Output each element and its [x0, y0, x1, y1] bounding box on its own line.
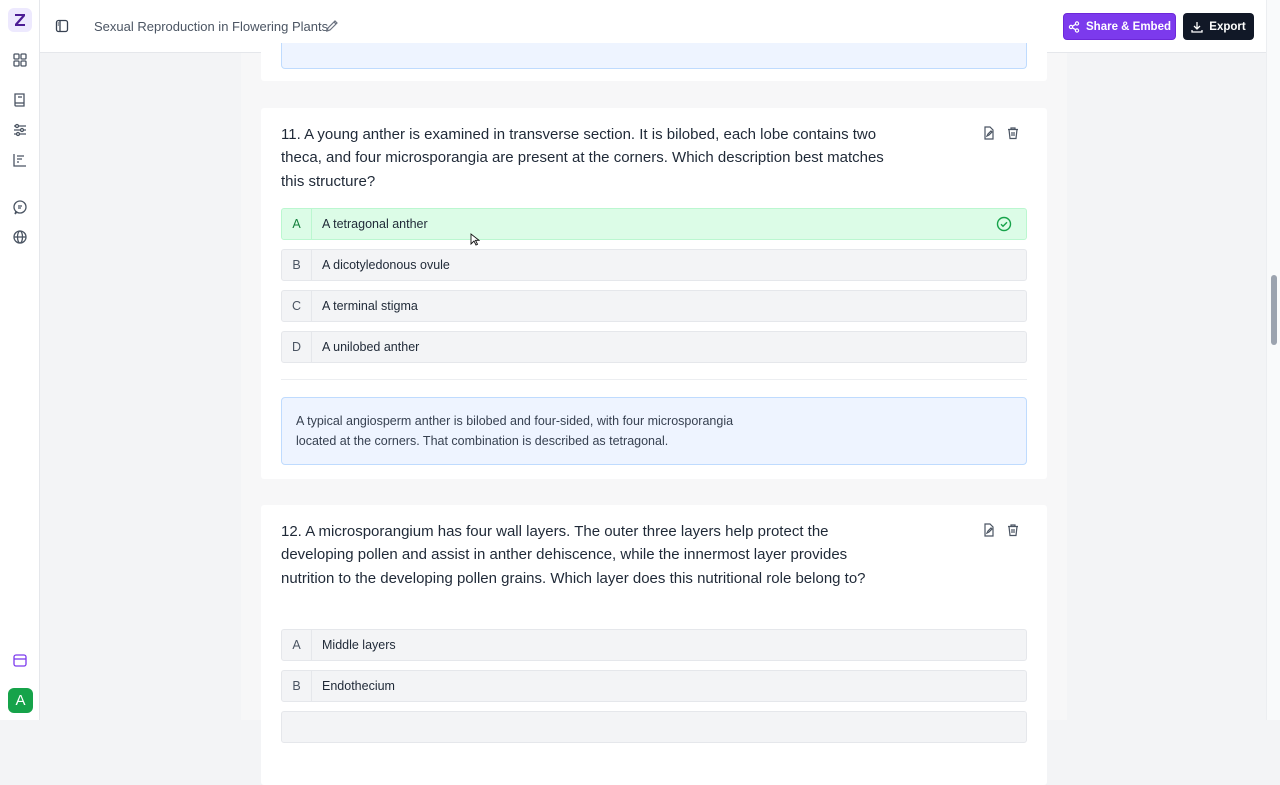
chat-icon[interactable] — [12, 199, 28, 215]
globe-icon[interactable] — [12, 229, 28, 245]
divider — [281, 379, 1027, 380]
option-c[interactable]: C A terminal stigma — [281, 290, 1027, 322]
scrollbar[interactable] — [1266, 0, 1280, 720]
option-b[interactable]: B A dicotyledonous ovule — [281, 249, 1027, 281]
book-icon[interactable] — [12, 92, 28, 108]
sliders-icon[interactable] — [12, 122, 28, 138]
trash-icon[interactable] — [1006, 126, 1020, 140]
download-icon — [1191, 21, 1203, 33]
question-actions — [982, 523, 1020, 537]
option-letter: C — [282, 291, 312, 321]
trash-icon[interactable] — [1006, 523, 1020, 537]
option-letter: A — [282, 630, 312, 660]
option-text: A terminal stigma — [322, 299, 418, 313]
explanation-text: A typical angiosperm anther is bilobed a… — [296, 414, 734, 448]
option-text: A dicotyledonous ovule — [322, 258, 450, 272]
option-c-partial[interactable] — [281, 711, 1027, 743]
option-b[interactable]: B Endothecium — [281, 670, 1027, 702]
edit-icon[interactable] — [982, 126, 996, 140]
share-icon — [1068, 20, 1080, 33]
option-letter: B — [282, 671, 312, 701]
dashboard-icon[interactable] — [12, 52, 28, 68]
option-letter: B — [282, 250, 312, 280]
option-text: A tetragonal anther — [322, 217, 428, 231]
document-title: Sexual Reproduction in Flowering Plants — [94, 19, 329, 34]
sidebar-toggle-icon[interactable] — [55, 19, 69, 33]
edit-icon[interactable] — [982, 523, 996, 537]
question-text: 11. A young anther is examined in transv… — [281, 126, 884, 190]
icon-rail: A — [0, 0, 40, 720]
logo-icon[interactable] — [8, 8, 32, 32]
chart-icon[interactable] — [12, 152, 28, 168]
calendar-icon[interactable] — [12, 652, 28, 668]
option-d[interactable]: D A unilobed anther — [281, 331, 1027, 363]
option-a[interactable]: A Middle layers — [281, 629, 1027, 661]
option-a[interactable]: A A tetragonal anther — [281, 208, 1027, 240]
share-embed-label: Share & Embed — [1086, 20, 1171, 33]
explanation-box: A typical angiosperm anther is bilobed a… — [281, 397, 1027, 465]
question-card-prev — [261, 43, 1047, 81]
question-card-11: 11. A young anther is examined in transv… — [261, 108, 1047, 479]
scrollbar-thumb[interactable] — [1271, 275, 1277, 345]
option-letter: A — [282, 209, 312, 239]
share-embed-button[interactable]: Share & Embed — [1063, 13, 1176, 40]
avatar[interactable]: A — [8, 688, 33, 713]
explanation-box-prev — [281, 43, 1027, 69]
mouse-cursor-icon — [470, 233, 480, 246]
export-button[interactable]: Export — [1183, 13, 1254, 40]
option-text: Endothecium — [322, 679, 395, 693]
question-list: 11. A young anther is examined in transv… — [241, 43, 1067, 785]
question-actions — [982, 126, 1020, 140]
option-text: A unilobed anther — [322, 340, 420, 354]
edit-title-icon[interactable] — [325, 19, 339, 33]
check-circle-icon — [996, 216, 1012, 232]
export-label: Export — [1209, 20, 1246, 33]
option-letter: D — [282, 332, 312, 362]
option-text: Middle layers — [322, 638, 396, 652]
question-text: 12. A microsporangium has four wall laye… — [281, 523, 866, 587]
question-card-12: 12. A microsporangium has four wall laye… — [261, 505, 1047, 785]
